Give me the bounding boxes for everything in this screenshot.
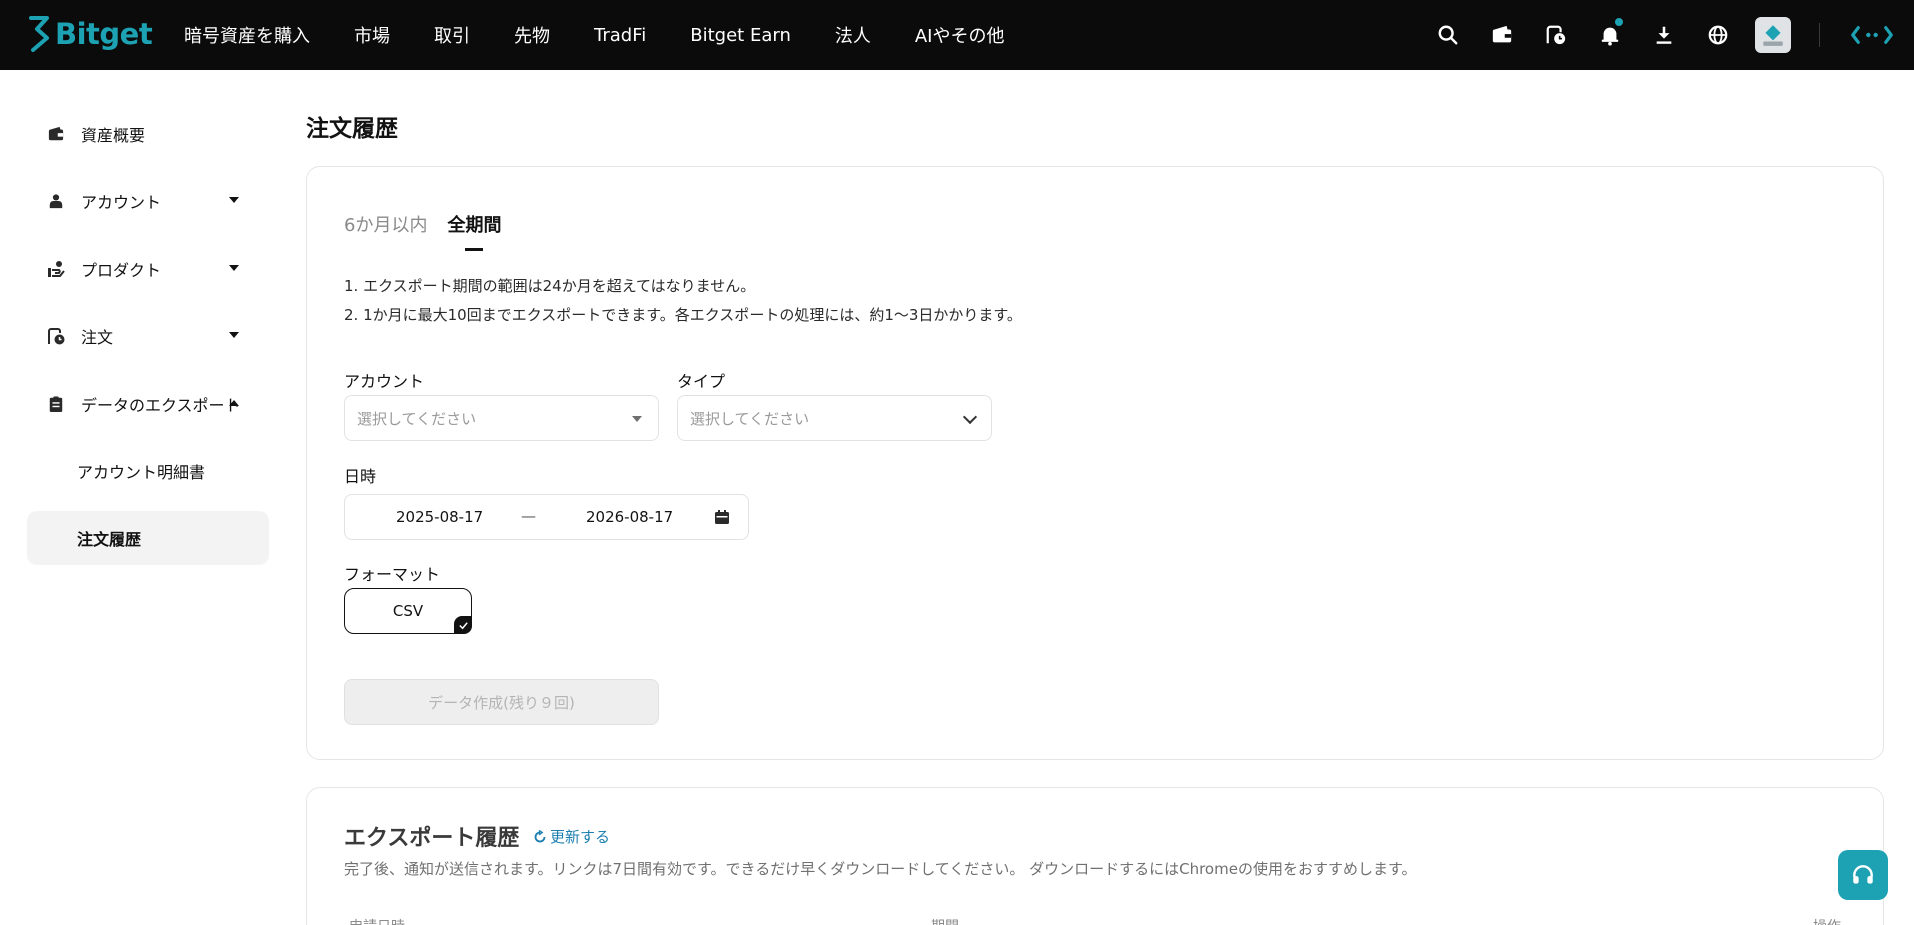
column-header-actions: 操作 (1813, 916, 1841, 925)
nav-buy-crypto[interactable]: 暗号資産を購入 (184, 22, 310, 48)
nav-ai-more[interactable]: AIやその他 (915, 22, 1005, 48)
chevron-down-icon (229, 332, 239, 339)
globe-icon[interactable] (1691, 0, 1745, 70)
bitget-logo-icon (29, 16, 49, 52)
calendar-icon[interactable] (714, 509, 730, 525)
sidebar-item-label: アカウント (81, 193, 162, 213)
nav-futures[interactable]: 先物 (514, 22, 550, 48)
note-line: 1. エクスポート期間の範囲は24か月を超えてはなりません。 (344, 277, 756, 295)
chevron-down-icon (229, 264, 239, 271)
chevron-down-icon (962, 409, 978, 425)
brand-name: Bitget (55, 17, 153, 51)
nav-bitget-earn[interactable]: Bitget Earn (690, 25, 791, 46)
refresh-label: 更新する (550, 828, 611, 846)
sidebar-subitem-account-statement[interactable]: アカウント明細書 (27, 438, 269, 506)
avatar[interactable] (1755, 17, 1791, 53)
order-clock-icon (47, 327, 65, 345)
page-title: 注文履歴 (306, 116, 398, 142)
type-select-placeholder: 選択してください (690, 409, 810, 428)
account-select[interactable]: 選択してください (344, 395, 659, 441)
note-line: 2. 1か月に最大10回までエクスポートできます。各エクスポートの処理には、約1… (344, 306, 1022, 324)
date-range-picker[interactable]: 2025-08-17 — 2026-08-17 (344, 494, 749, 540)
bitget-chat-icon[interactable] (1848, 0, 1896, 70)
top-navbar: Bitget 暗号資産を購入 市場 取引 先物 TradFi Bitget Ea… (0, 0, 1914, 70)
format-label: フォーマット (344, 565, 441, 584)
format-option-csv[interactable]: CSV (344, 588, 472, 634)
user-icon (47, 192, 65, 210)
bell-icon[interactable] (1583, 0, 1637, 70)
tab-all-time[interactable]: 全期間 (447, 211, 501, 251)
check-icon (454, 616, 472, 634)
tab-within-6-months[interactable]: 6か月以内 (344, 211, 427, 251)
notification-dot (1615, 18, 1623, 26)
nav-trade[interactable]: 取引 (434, 22, 470, 48)
wallet-icon (47, 125, 65, 143)
date-separator: — (521, 507, 536, 525)
nav-tradfi[interactable]: TradFi (594, 25, 646, 46)
sidebar: 資産概要 アカウント プロダクト 注文 データのエクスポート アカウント明細書 … (27, 100, 269, 565)
account-label: アカウント (344, 372, 425, 391)
sidebar-item-data-export[interactable]: データのエクスポート (27, 370, 269, 438)
sidebar-item-label: データのエクスポート (81, 395, 241, 415)
type-select[interactable]: 選択してください (677, 395, 992, 441)
dropdown-triangle-icon (632, 416, 642, 422)
nav-institutional[interactable]: 法人 (835, 22, 871, 48)
avatar-icon (1763, 25, 1783, 46)
sidebar-item-label: 資産概要 (81, 125, 146, 145)
order-clock-icon[interactable] (1529, 0, 1583, 70)
date-from[interactable]: 2025-08-17 (396, 508, 483, 526)
export-history-title: エクスポート履歴 (344, 826, 520, 851)
sidebar-item-products[interactable]: プロダクト (27, 235, 269, 303)
sidebar-item-asset-overview[interactable]: 資産概要 (27, 100, 269, 168)
bitget-logo[interactable]: Bitget (27, 16, 153, 52)
clipboard-icon (47, 395, 65, 413)
export-history-description: 完了後、通知が送信されます。リンクは7日間有効です。できるだけ早くダウンロードし… (344, 860, 1417, 878)
nav-markets[interactable]: 市場 (354, 22, 390, 48)
wallet-icon[interactable] (1475, 0, 1529, 70)
column-header-request-time: 申請日時 (349, 916, 405, 925)
type-label: タイプ (677, 372, 726, 391)
nav-divider (1819, 23, 1820, 47)
support-headset-button[interactable] (1838, 850, 1888, 900)
search-icon[interactable] (1421, 0, 1475, 70)
export-form-card: 6か月以内 全期間 1. エクスポート期間の範囲は24か月を超えてはなりません。… (306, 166, 1884, 760)
refresh-icon (534, 829, 546, 842)
generate-data-button[interactable]: データ作成(残り９回) (344, 679, 659, 725)
download-icon[interactable] (1637, 0, 1691, 70)
chevron-down-icon (229, 197, 239, 204)
refresh-button[interactable]: 更新する (533, 826, 610, 847)
product-icon (47, 260, 65, 278)
headset-icon (1853, 865, 1873, 884)
account-select-placeholder: 選択してください (357, 409, 477, 428)
chevron-up-icon (229, 399, 239, 406)
sidebar-item-orders[interactable]: 注文 (27, 303, 269, 371)
date-to[interactable]: 2026-08-17 (586, 508, 673, 526)
period-tabs: 6か月以内 全期間 (344, 211, 521, 251)
column-header-period: 期間 (931, 916, 959, 925)
sidebar-item-label: プロダクト (81, 260, 162, 280)
sidebar-subitem-order-history[interactable]: 注文履歴 (27, 511, 269, 565)
sidebar-item-label: 注文 (81, 328, 114, 348)
sidebar-item-account[interactable]: アカウント (27, 168, 269, 236)
date-label: 日時 (344, 467, 377, 486)
export-history-card: エクスポート履歴 更新する 完了後、通知が送信されます。リンクは7日間有効です。… (306, 787, 1884, 925)
format-option-label: CSV (392, 602, 424, 620)
export-notes: 1. エクスポート期間の範囲は24か月を超えてはなりません。 2. 1か月に最大… (344, 272, 1022, 330)
